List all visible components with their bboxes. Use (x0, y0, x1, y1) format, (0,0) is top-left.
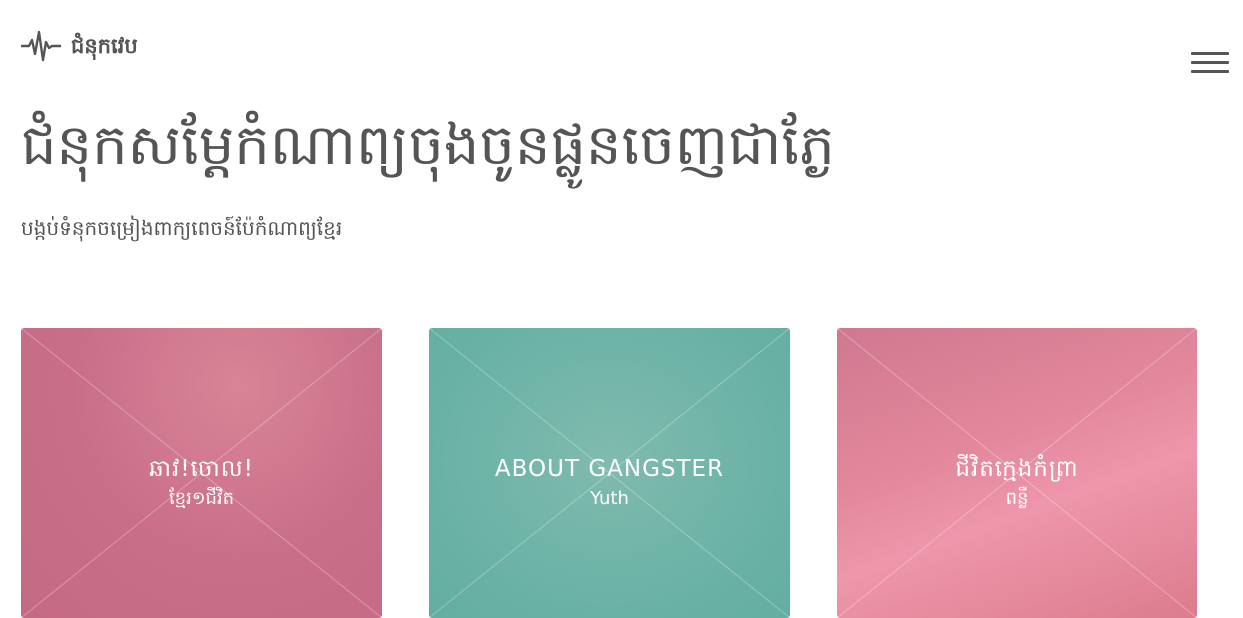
menu-bar (1191, 70, 1229, 73)
card-subtitle: ខ្មែរ១ជីវិត (168, 488, 235, 509)
card-caption: ABOUT GANGSTER Yuth (429, 453, 790, 513)
page-title: ជំនុកសម្ដែកំណាព្យចុងចូនផ្លូនចេញជាភ្ងែ (21, 113, 835, 178)
page-subtitle: បង្កប់ទំនុកចម្រៀងពាក្យពេចន៍ប៉ែកំណាព្យខ្ម… (21, 216, 343, 240)
card-caption: ឆាវ!ចោល! ខ្មែរ១ជីវិត (21, 453, 382, 513)
card-caption: ជីវិតក្មេងកំព្រា ពន្លឺ (837, 453, 1197, 513)
card-subtitle: Yuth (590, 488, 629, 509)
card-title: ឆាវ!ចោល! (149, 456, 254, 482)
menu-bar (1191, 52, 1229, 55)
card-title: ABOUT GANGSTER (494, 456, 725, 482)
song-card[interactable]: ABOUT GANGSTER Yuth (429, 328, 790, 618)
heartbeat-icon[interactable] (21, 28, 61, 64)
site-name[interactable]: ជំនុកវេប (71, 35, 138, 57)
menu-bar (1191, 61, 1229, 64)
site-header: ជំនុកវេប (21, 28, 138, 64)
card-subtitle: ពន្លឺ (1005, 488, 1029, 509)
song-card[interactable]: ជីវិតក្មេងកំព្រា ពន្លឺ (837, 328, 1197, 618)
card-title: ជីវិតក្មេងកំព្រា (955, 456, 1079, 482)
hamburger-menu-icon[interactable] (1191, 52, 1229, 76)
song-card[interactable]: ឆាវ!ចោល! ខ្មែរ១ជីវិត (21, 328, 382, 618)
song-card-grid: ឆាវ!ចោល! ខ្មែរ១ជីវិត ABOUT GANGSTER Yuth… (21, 328, 1197, 618)
